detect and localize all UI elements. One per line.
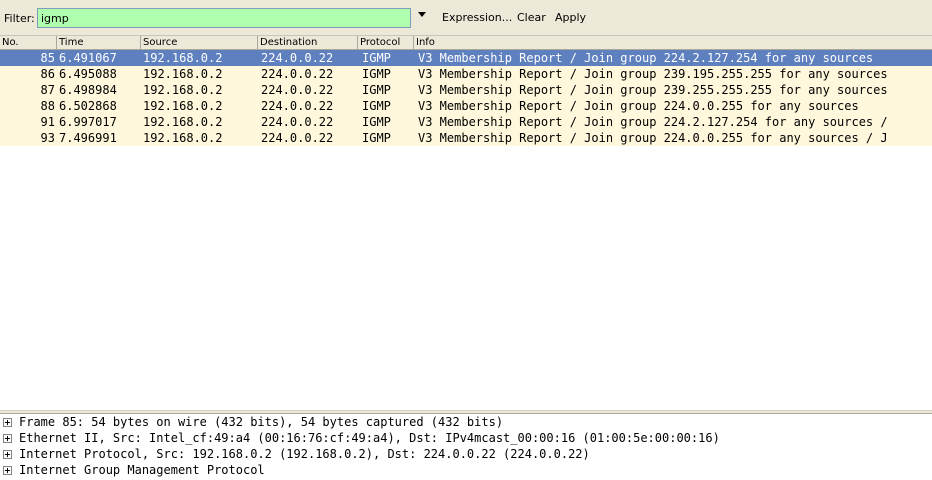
column-header-no[interactable]: No. [0,36,57,49]
packet-list-header: No. Time Source Destination Protocol Inf… [0,36,932,50]
packet-protocol: IGMP [362,51,391,65]
packet-row[interactable]: 87 6.498984 192.168.0.2 224.0.0.22 IGMP … [0,82,932,98]
packet-info: V3 Membership Report / Join group 224.2.… [418,51,874,65]
filter-input[interactable] [37,8,411,28]
packet-destination: 224.0.0.22 [261,67,334,81]
packet-no: 93 [40,131,55,145]
column-header-protocol[interactable]: Protocol [358,36,414,49]
tree-item-label: Internet Group Management Protocol [19,463,265,477]
packet-source: 192.168.0.2 [143,115,223,129]
tree-item-label: Frame 85: 54 bytes on wire (432 bits), 5… [19,415,504,429]
packet-time: 7.496991 [59,131,117,145]
packet-protocol: IGMP [362,83,391,97]
packet-info: V3 Membership Report / Join group 239.25… [418,83,888,97]
packet-protocol: IGMP [362,115,391,129]
packet-source: 192.168.0.2 [143,51,223,65]
chevron-down-icon[interactable] [418,12,426,17]
packet-destination: 224.0.0.22 [261,51,334,65]
packet-row[interactable]: 86 6.495088 192.168.0.2 224.0.0.22 IGMP … [0,66,932,82]
expression-button[interactable]: Expression... [442,11,512,24]
expand-plus-icon[interactable] [3,450,12,459]
packet-row[interactable]: 85 6.491067 192.168.0.2 224.0.0.22 IGMP … [0,50,932,66]
packet-row[interactable]: 93 7.496991 192.168.0.2 224.0.0.22 IGMP … [0,130,932,146]
tree-item-igmp[interactable]: Internet Group Management Protocol [0,462,932,478]
packet-info: V3 Membership Report / Join group 224.0.… [418,131,888,145]
packet-details-tree[interactable]: Frame 85: 54 bytes on wire (432 bits), 5… [0,414,932,480]
clear-button[interactable]: Clear [517,11,546,24]
filter-toolbar: Filter: Expression... Clear Apply [0,0,932,36]
packet-source: 192.168.0.2 [143,83,223,97]
packet-time: 6.495088 [59,67,117,81]
column-header-destination[interactable]: Destination [258,36,358,49]
tree-item-label: Internet Protocol, Src: 192.168.0.2 (192… [19,447,590,461]
packet-no: 91 [40,115,55,129]
packet-row[interactable]: 88 6.502868 192.168.0.2 224.0.0.22 IGMP … [0,98,932,114]
packet-no: 85 [40,51,55,65]
tree-item-ip[interactable]: Internet Protocol, Src: 192.168.0.2 (192… [0,446,932,462]
packet-info: V3 Membership Report / Join group 224.0.… [418,99,859,113]
packet-no: 88 [40,99,55,113]
packet-destination: 224.0.0.22 [261,99,334,113]
tree-item-frame[interactable]: Frame 85: 54 bytes on wire (432 bits), 5… [0,414,932,430]
expand-plus-icon[interactable] [3,418,12,427]
packet-protocol: IGMP [362,131,391,145]
column-header-source[interactable]: Source [141,36,258,49]
packet-info: V3 Membership Report / Join group 224.2.… [418,115,888,129]
packet-time: 6.997017 [59,115,117,129]
packet-source: 192.168.0.2 [143,99,223,113]
packet-row[interactable]: 91 6.997017 192.168.0.2 224.0.0.22 IGMP … [0,114,932,130]
packet-source: 192.168.0.2 [143,131,223,145]
packet-no: 86 [40,67,55,81]
column-header-info[interactable]: Info [414,36,932,49]
packet-no: 87 [40,83,55,97]
column-header-time[interactable]: Time [57,36,141,49]
tree-item-ethernet[interactable]: Ethernet II, Src: Intel_cf:49:a4 (00:16:… [0,430,932,446]
packet-time: 6.502868 [59,99,117,113]
packet-protocol: IGMP [362,67,391,81]
tree-item-label: Ethernet II, Src: Intel_cf:49:a4 (00:16:… [19,431,720,445]
packet-time: 6.491067 [59,51,117,65]
packet-destination: 224.0.0.22 [261,83,334,97]
packet-source: 192.168.0.2 [143,67,223,81]
packet-time: 6.498984 [59,83,117,97]
filter-label: Filter: [4,12,35,25]
expand-plus-icon[interactable] [3,466,12,475]
expand-plus-icon[interactable] [3,434,12,443]
packet-list[interactable]: 85 6.491067 192.168.0.2 224.0.0.22 IGMP … [0,50,932,410]
packet-info: V3 Membership Report / Join group 239.19… [418,67,888,81]
packet-destination: 224.0.0.22 [261,115,334,129]
apply-button[interactable]: Apply [555,11,586,24]
packet-protocol: IGMP [362,99,391,113]
packet-destination: 224.0.0.22 [261,131,334,145]
